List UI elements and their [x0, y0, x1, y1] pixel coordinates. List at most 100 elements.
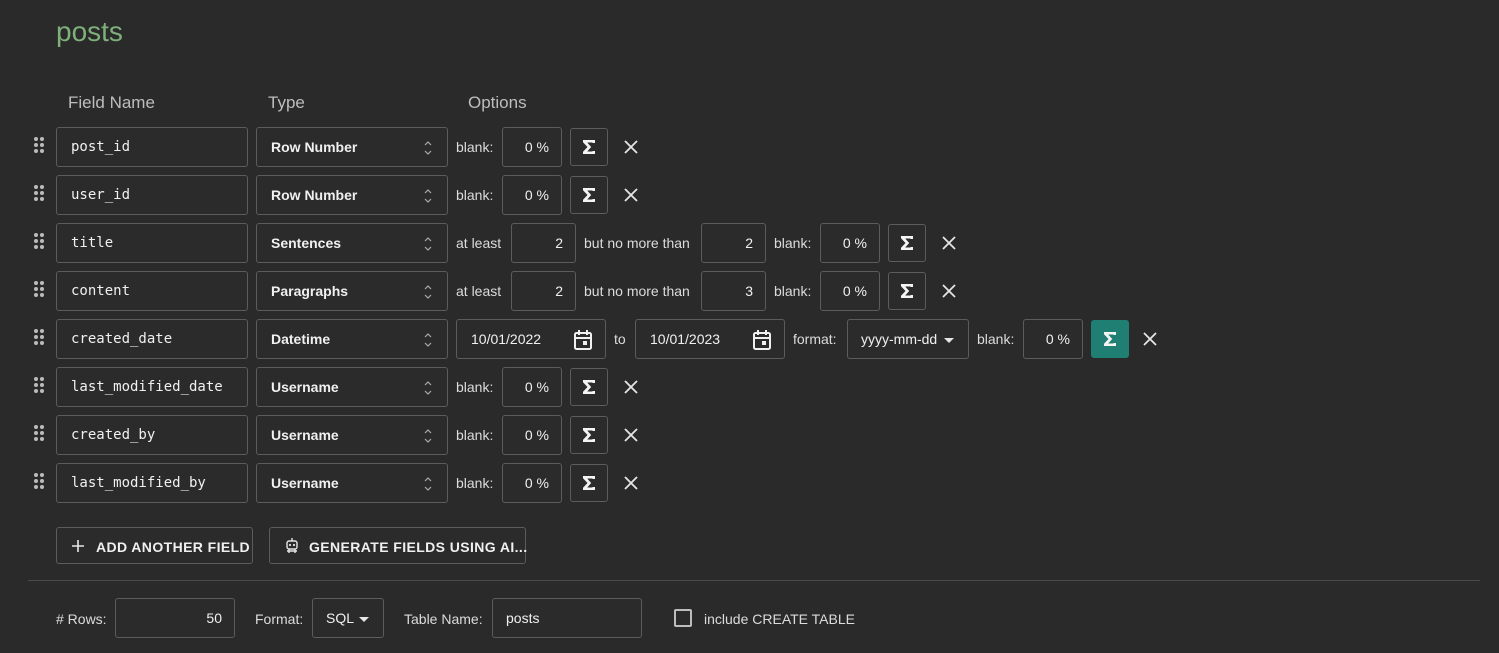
format-select-value: SQL — [326, 610, 355, 626]
remove-field-button[interactable] — [623, 475, 639, 491]
caret-down-icon — [359, 617, 369, 622]
field-type-value: Row Number — [271, 139, 358, 155]
calendar-icon — [753, 330, 771, 350]
sigma-button[interactable] — [1091, 320, 1129, 358]
sigma-button[interactable] — [888, 224, 926, 262]
drag-handle-icon[interactable] — [34, 185, 46, 205]
blank-label: blank: — [774, 283, 812, 299]
updown-icon — [424, 333, 432, 347]
close-icon — [624, 428, 638, 442]
field-name-input[interactable]: post_id — [56, 127, 248, 167]
blank-percent-input[interactable]: 0 % — [820, 223, 880, 263]
sigma-icon — [583, 140, 595, 154]
sigma-icon — [901, 284, 913, 298]
updown-icon — [424, 381, 432, 395]
format-label: format: — [793, 331, 837, 347]
sigma-icon — [583, 428, 595, 442]
field-type-select[interactable]: Username — [256, 367, 448, 407]
blank-label: blank: — [456, 427, 494, 443]
field-row: post_id Row Number blank: 0 % — [0, 127, 1499, 167]
field-type-select[interactable]: Username — [256, 463, 448, 503]
date-format-value: yyyy-mm-dd — [861, 331, 938, 347]
field-name-input[interactable]: created_date — [56, 319, 248, 359]
add-another-field-label: ADD ANOTHER FIELD — [96, 539, 251, 555]
field-row: content Paragraphs at least 2 but no more th… — [0, 271, 1499, 311]
sigma-button[interactable] — [570, 464, 608, 502]
drag-handle-icon[interactable] — [34, 425, 46, 445]
sigma-button[interactable] — [570, 368, 608, 406]
close-icon — [624, 140, 638, 154]
generate-fields-ai-label: GENERATE FIELDS USING AI... — [309, 539, 528, 555]
plus-icon — [72, 540, 84, 552]
field-type-value: Datetime — [271, 331, 331, 347]
generate-fields-ai-button[interactable]: GENERATE FIELDS USING AI... — [269, 527, 528, 564]
field-row: last_modified_by Username blank: 0 % — [0, 463, 1499, 503]
field-name-input[interactable]: last_modified_by — [56, 463, 248, 503]
close-icon — [942, 236, 956, 250]
sigma-button[interactable] — [888, 272, 926, 310]
sigma-icon — [901, 236, 913, 250]
blank-label: blank: — [977, 331, 1015, 347]
drag-handle-icon[interactable] — [34, 377, 46, 397]
blank-percent-input[interactable]: 0 % — [502, 415, 562, 455]
field-type-select[interactable]: Sentences — [256, 223, 448, 263]
format-select[interactable]: SQL — [312, 598, 384, 638]
field-row: created_date Datetime 10/01/2022 to 10/01/20… — [0, 319, 1499, 359]
add-another-field-button[interactable]: ADD ANOTHER FIELD — [56, 527, 253, 564]
updown-icon — [424, 141, 432, 155]
blank-percent-input[interactable]: 0 % — [502, 367, 562, 407]
calendar-icon — [574, 330, 592, 350]
field-type-select[interactable]: Row Number — [256, 127, 448, 167]
remove-field-button[interactable] — [1142, 331, 1158, 347]
table-name-label: Table Name: — [404, 611, 483, 627]
close-icon — [942, 284, 956, 298]
blank-percent-input[interactable]: 0 % — [820, 271, 880, 311]
remove-field-button[interactable] — [623, 379, 639, 395]
blank-percent-input[interactable]: 0 % — [502, 463, 562, 503]
remove-field-button[interactable] — [623, 427, 639, 443]
drag-handle-icon[interactable] — [34, 473, 46, 493]
sigma-button[interactable] — [570, 416, 608, 454]
sigma-button[interactable] — [570, 128, 608, 166]
no-more-than-input[interactable]: 2 — [701, 223, 766, 263]
close-icon — [624, 188, 638, 202]
at-least-input[interactable]: 2 — [511, 223, 576, 263]
field-type-select[interactable]: Paragraphs — [256, 271, 448, 311]
no-more-than-input[interactable]: 3 — [701, 271, 766, 311]
drag-handle-icon[interactable] — [34, 137, 46, 157]
remove-field-button[interactable] — [623, 139, 639, 155]
drag-handle-icon[interactable] — [34, 329, 46, 349]
field-name-input[interactable]: content — [56, 271, 248, 311]
updown-icon — [424, 429, 432, 443]
drag-handle-icon[interactable] — [34, 233, 46, 253]
blank-label: blank: — [456, 139, 494, 155]
date-from-input[interactable]: 10/01/2022 — [456, 319, 606, 359]
field-type-select[interactable]: Row Number — [256, 175, 448, 215]
updown-icon — [424, 285, 432, 299]
remove-field-button[interactable] — [941, 283, 957, 299]
field-name-input[interactable]: created_by — [56, 415, 248, 455]
field-name-input[interactable]: title — [56, 223, 248, 263]
rows-input[interactable]: 50 — [115, 598, 235, 638]
drag-handle-icon[interactable] — [34, 281, 46, 301]
table-name-input[interactable]: posts — [492, 598, 642, 638]
field-name-input[interactable]: last_modified_date — [56, 367, 248, 407]
remove-field-button[interactable] — [941, 235, 957, 251]
robot-icon — [286, 538, 298, 553]
field-name-input[interactable]: user_id — [56, 175, 248, 215]
field-type-value: Sentences — [271, 235, 342, 251]
date-format-select[interactable]: yyyy-mm-dd — [847, 319, 969, 359]
field-type-select[interactable]: Datetime — [256, 319, 448, 359]
include-create-table-checkbox[interactable] — [674, 609, 692, 627]
date-to-input[interactable]: 10/01/2023 — [635, 319, 785, 359]
blank-percent-input[interactable]: 0 % — [1023, 319, 1083, 359]
close-icon — [624, 380, 638, 394]
blank-label: blank: — [456, 187, 494, 203]
remove-field-button[interactable] — [623, 187, 639, 203]
blank-percent-input[interactable]: 0 % — [502, 127, 562, 167]
blank-percent-input[interactable]: 0 % — [502, 175, 562, 215]
sigma-button[interactable] — [570, 176, 608, 214]
header-type: Type — [268, 93, 305, 112]
at-least-input[interactable]: 2 — [511, 271, 576, 311]
field-type-select[interactable]: Username — [256, 415, 448, 455]
